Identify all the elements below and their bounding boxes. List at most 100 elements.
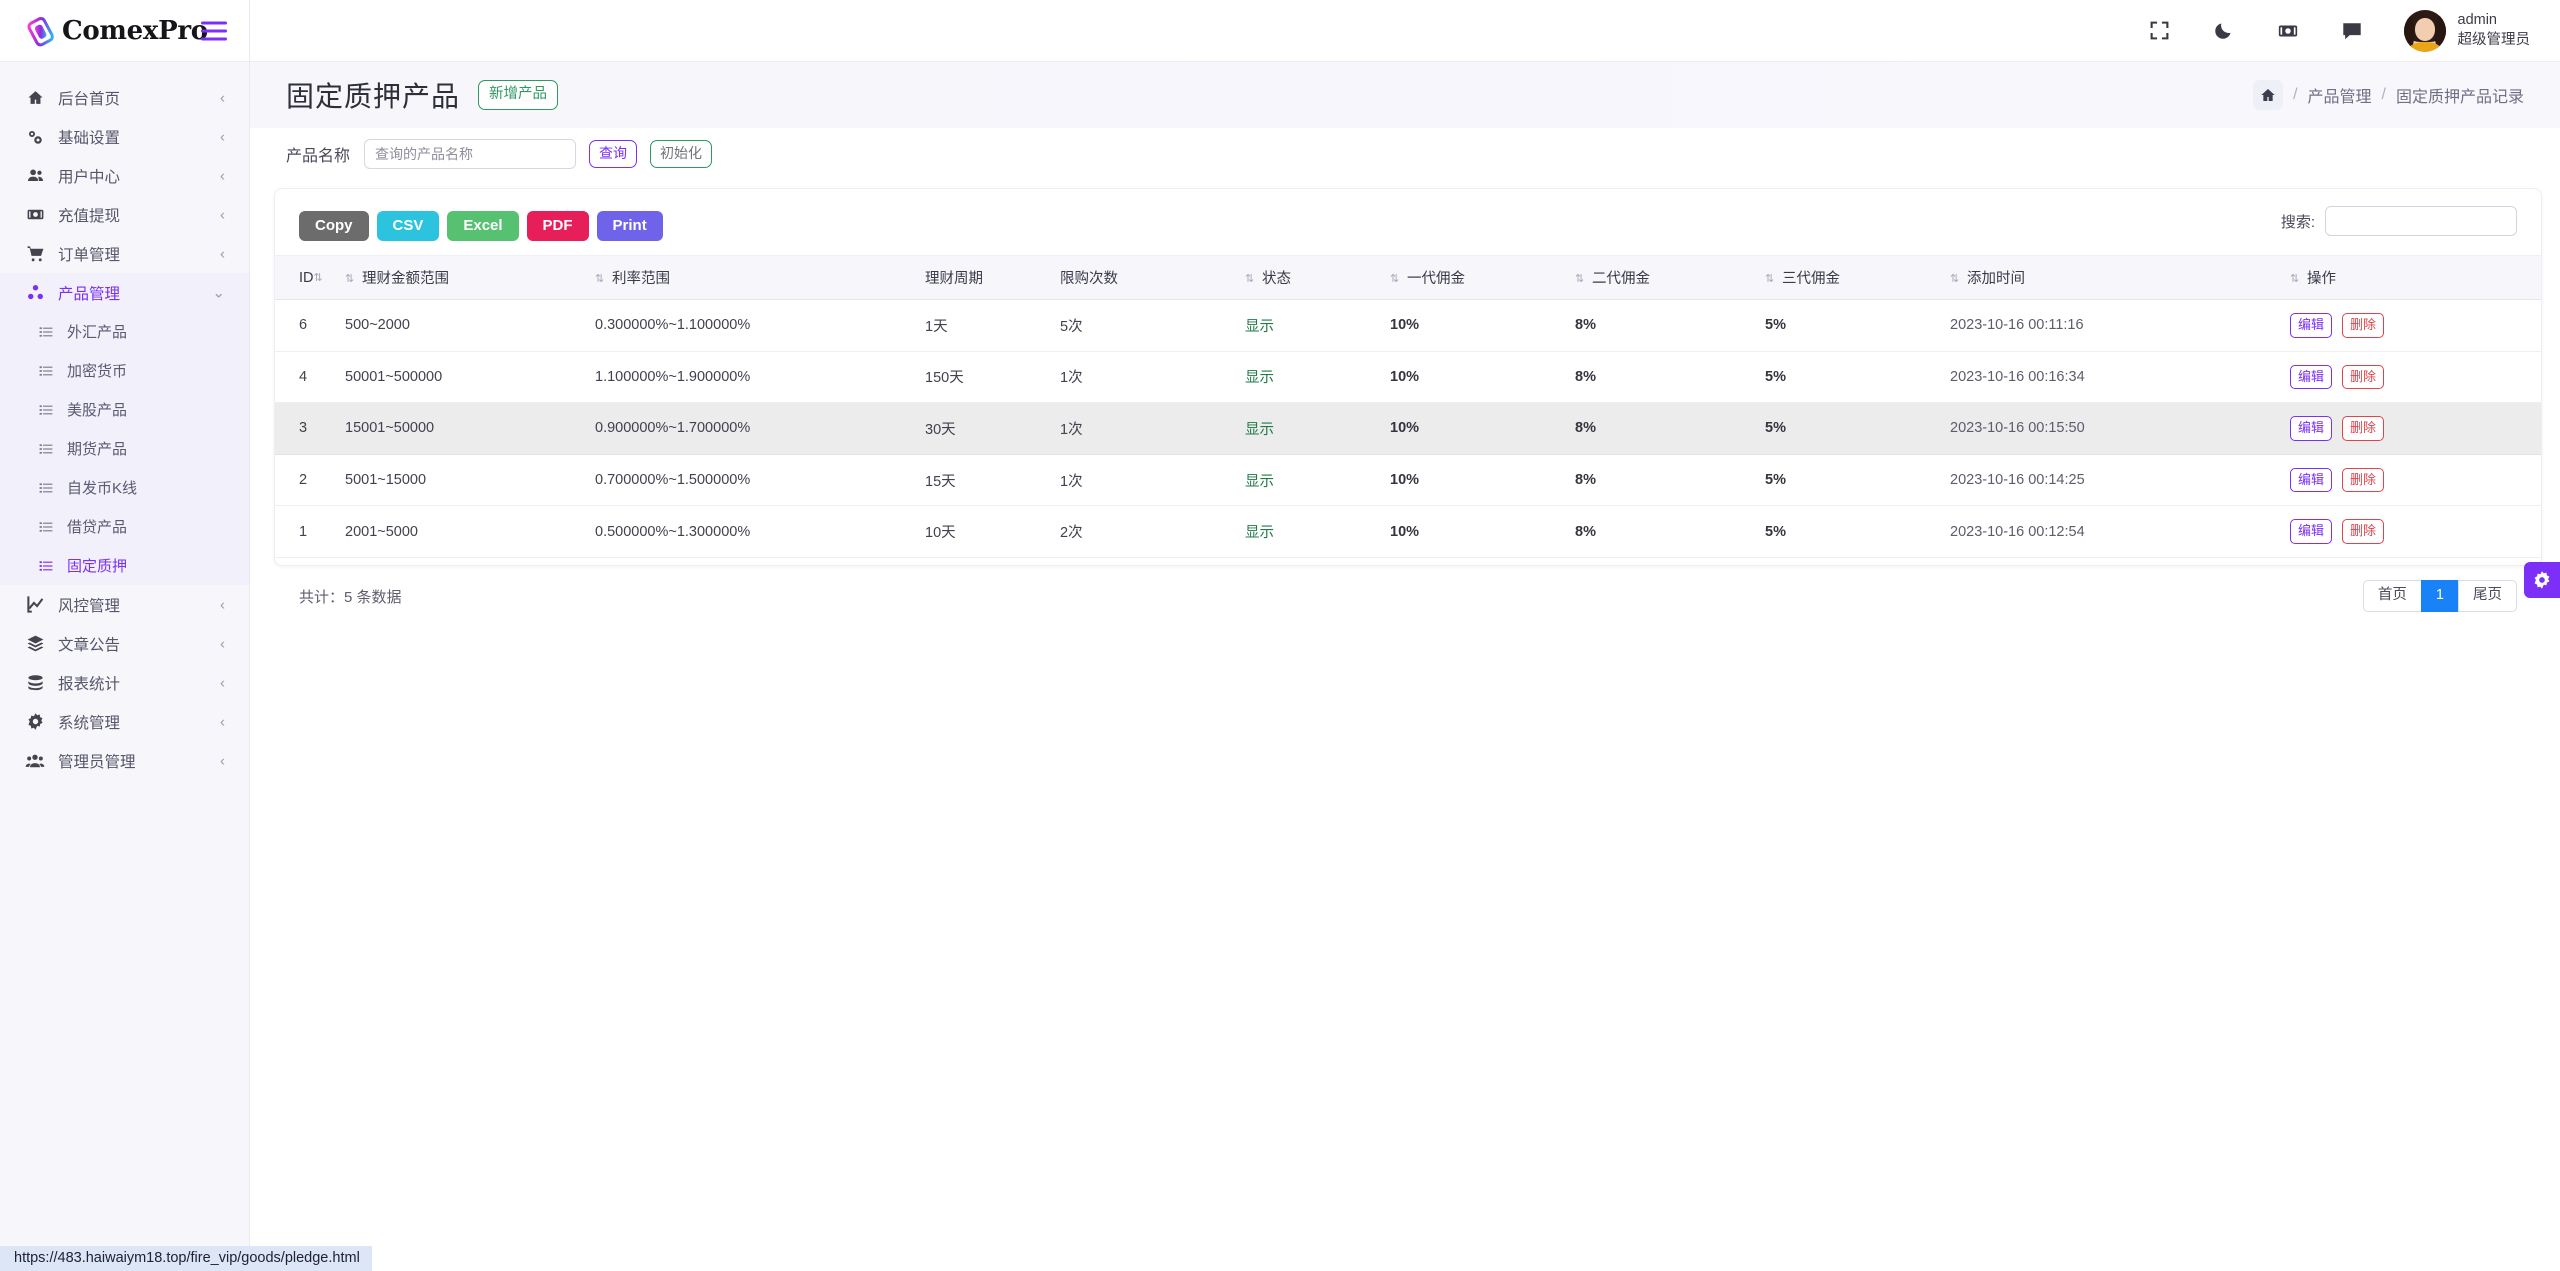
pledge-products-table: ID⇅ ⇅ 理财金额范围 ⇅ 利率范围 理财周期 限购次数 ⇅ 状态 ⇅ 一代佣金 ⇅ 二… [275,255,2541,558]
col-commission-3[interactable]: ⇅ 三代佣金 [1765,255,1950,300]
cell-period: 10天 [925,505,1060,558]
sidebar-item-crypto-currency[interactable]: 加密货币 [0,351,249,390]
sidebar-item-order-management[interactable]: 订单管理 ‹ [0,234,249,273]
delete-button[interactable]: 删除 [2342,519,2385,544]
search-input[interactable] [2325,206,2517,236]
sidebar-item-forex-product[interactable]: 外汇产品 [0,312,249,351]
cell-status[interactable]: 显示 [1245,505,1390,558]
settings-fab-button[interactable] [2524,562,2560,598]
sidebar-item-admin-management[interactable]: 管理员管理 ‹ [0,741,249,780]
sidebar-item-dashboard[interactable]: 后台首页 ‹ [0,78,249,117]
sidebar-label: 管理员管理 [58,753,136,771]
delete-button[interactable]: 删除 [2342,416,2385,441]
sidebar-item-product-management[interactable]: 产品管理 ⌄ [0,273,249,312]
cash-icon[interactable] [2274,17,2302,45]
cell-rate-range: 0.500000%~1.300000% [595,505,925,558]
query-button[interactable]: 查询 [589,140,638,168]
moon-icon[interactable] [2210,17,2238,45]
cell-status[interactable]: 显示 [1245,351,1390,404]
brand-header: ComexPro [0,0,249,62]
col-purchase-limit[interactable]: 限购次数 [1060,255,1245,300]
cell-actions: 编辑 删除 [2280,351,2541,404]
cell-purchase-limit: 1次 [1060,454,1245,507]
cell-purchase-limit: 1次 [1060,402,1245,455]
cell-created-time: 2023-10-16 00:12:54 [1950,505,2280,558]
table-row[interactable]: 3 15001~50000 0.900000%~1.700000% 30天 1次… [275,402,2541,455]
sidebar-label: 基础设置 [58,129,121,147]
top-bar: admin 超级管理员 [250,0,2560,62]
cell-status[interactable]: 显示 [1245,299,1390,352]
cell-status[interactable]: 显示 [1245,402,1390,455]
csv-button[interactable]: CSV [376,211,440,241]
col-commission-2[interactable]: ⇅ 二代佣金 [1575,255,1765,300]
page-number-1[interactable]: 1 [2420,579,2459,613]
product-name-input[interactable] [364,139,577,169]
cell-id: 1 [275,505,345,558]
sidebar-item-user-center[interactable]: 用户中心 ‹ [0,156,249,195]
breadcrumb-item-product-management[interactable]: 产品管理 [2308,83,2372,107]
user-menu[interactable]: admin 超级管理员 [2403,9,2530,52]
cell-commission-2: 8% [1575,351,1765,404]
sidebar-item-system-management[interactable]: 系统管理 ‹ [0,702,249,741]
hamburger-icon[interactable] [201,21,227,40]
excel-button[interactable]: Excel [447,211,519,241]
sidebar-item-articles-notice[interactable]: 文章公告 ‹ [0,624,249,663]
sidebar-item-futures-product[interactable]: 期货产品 [0,429,249,468]
col-amount-range[interactable]: ⇅ 理财金额范围 [345,255,595,300]
table-row[interactable]: 6 500~2000 0.300000%~1.100000% 1天 5次 显示 … [275,299,2541,352]
home-icon[interactable] [2253,80,2284,110]
search-area: 搜索: [2281,206,2517,236]
sidebar-label: 充值提现 [58,207,121,225]
delete-button[interactable]: 删除 [2342,364,2385,390]
reset-button[interactable]: 初始化 [650,140,713,168]
sidebar-item-self-coin-kline[interactable]: 自发币K线 [0,468,249,507]
page-first-button[interactable]: 首页 [2362,579,2422,613]
cell-status[interactable]: 显示 [1245,454,1390,507]
delete-button[interactable]: 删除 [2342,313,2385,338]
edit-button[interactable]: 编辑 [2290,467,2333,493]
delete-button[interactable]: 删除 [2342,467,2385,493]
fullscreen-icon[interactable] [2146,17,2174,45]
cell-actions: 编辑 删除 [2280,454,2541,507]
col-rate-range[interactable]: ⇅ 利率范围 [595,255,925,300]
comexpro-logo-icon [27,16,54,46]
table-row[interactable]: 1 2001~5000 0.500000%~1.300000% 10天 2次 显… [275,505,2541,558]
cell-rate-range: 1.100000%~1.900000% [595,351,925,404]
table-row[interactable]: 4 50001~500000 1.100000%~1.900000% 150天 … [275,351,2541,404]
sidebar-item-report-statistics[interactable]: 报表统计 ‹ [0,663,249,702]
admin-users-icon [24,751,46,771]
col-commission-1[interactable]: ⇅ 一代佣金 [1390,255,1575,300]
sidebar-item-risk-management[interactable]: 风控管理 ‹ [0,585,249,624]
copy-button[interactable]: Copy [299,211,369,241]
chevron-left-icon: ‹ [220,245,225,262]
page-title: 固定质押产品 [286,81,461,112]
edit-button[interactable]: 编辑 [2290,519,2333,544]
sidebar-item-recharge-withdraw[interactable]: 充值提现 ‹ [0,195,249,234]
col-status[interactable]: ⇅ 状态 [1245,255,1390,300]
sidebar-item-fixed-pledge[interactable]: 固定质押 [0,546,249,585]
cell-commission-3: 5% [1765,454,1950,507]
col-actions[interactable]: ⇅ 操作 [2280,255,2541,300]
table-row[interactable]: 2 5001~15000 0.700000%~1.500000% 15天 1次 … [275,454,2541,507]
edit-button[interactable]: 编辑 [2290,313,2333,338]
cell-commission-3: 5% [1765,505,1950,558]
add-product-button[interactable]: 新增产品 [478,80,559,110]
chat-icon[interactable] [2338,17,2366,45]
pdf-button[interactable]: PDF [526,211,589,241]
cell-amount-range: 2001~5000 [345,505,595,558]
list-icon [36,559,56,573]
col-period[interactable]: 理财周期 [925,255,1060,300]
sidebar-item-loan-product[interactable]: 借贷产品 [0,507,249,546]
edit-button[interactable]: 编辑 [2290,364,2333,390]
col-id[interactable]: ID⇅ [275,255,345,300]
col-created-time[interactable]: ⇅ 添加时间 [1950,255,2280,300]
edit-button[interactable]: 编辑 [2290,416,2333,441]
cell-rate-range: 0.300000%~1.100000% [595,299,925,352]
page-last-button[interactable]: 尾页 [2458,579,2517,613]
cell-period: 15天 [925,454,1060,507]
cell-id: 2 [275,454,345,507]
print-button[interactable]: Print [596,211,663,241]
sidebar-item-basic-settings[interactable]: 基础设置 ‹ [0,117,249,156]
cell-created-time: 2023-10-16 00:15:50 [1950,402,2280,455]
sidebar-item-us-stock-product[interactable]: 美股产品 [0,390,249,429]
